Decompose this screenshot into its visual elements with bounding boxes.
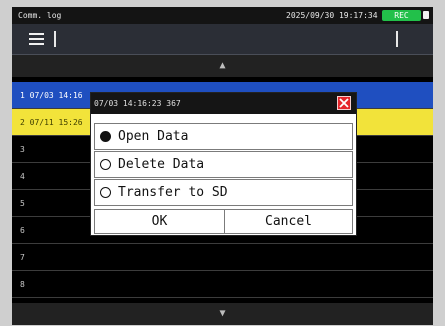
list-item-label: 6 [20, 226, 25, 235]
toolbar-divider-right [396, 31, 398, 47]
action-dialog: 07/03 14:16:23 367 Open Data Delete Data… [90, 92, 357, 236]
device-screen: Comm. log 2025/09/30 19:17:34 REC ▲ 1 07… [12, 7, 433, 325]
list-item-label: 1 07/03 14:16 [20, 91, 83, 100]
list-item-label: 8 [20, 280, 25, 289]
cancel-button[interactable]: Cancel [224, 209, 353, 234]
scroll-up-icon: ▲ [219, 60, 226, 71]
dialog-close-button[interactable] [337, 96, 351, 110]
scroll-down-button[interactable]: ▼ [12, 303, 433, 325]
scroll-up-button[interactable]: ▲ [12, 55, 433, 77]
battery-icon [423, 11, 429, 19]
toolbar [12, 24, 433, 55]
dialog-title-bar: 07/03 14:16:23 367 [91, 93, 356, 114]
option-label: Transfer to SD [118, 185, 228, 200]
rec-badge: REC [382, 10, 421, 21]
radio-icon [100, 159, 111, 170]
option-label: Open Data [118, 129, 189, 144]
list-item-label: 5 [20, 199, 25, 208]
list-item-label: 3 [20, 145, 25, 154]
option-label: Delete Data [118, 157, 205, 172]
option-transfer-to-sd[interactable]: Transfer to SD [94, 179, 353, 206]
option-delete-data[interactable]: Delete Data [94, 151, 353, 178]
toolbar-divider-left [54, 31, 56, 47]
app-title: Comm. log [18, 11, 62, 20]
close-icon [339, 98, 349, 108]
list-item-label: 2 07/11 15:26 [20, 118, 83, 127]
ok-button[interactable]: OK [94, 209, 225, 234]
radio-icon [100, 131, 111, 142]
dialog-title: 07/03 14:16:23 367 [94, 99, 181, 108]
option-open-data[interactable]: Open Data [94, 123, 353, 150]
scroll-down-icon: ▼ [219, 308, 226, 319]
status-bar: Comm. log 2025/09/30 19:17:34 REC [12, 7, 433, 24]
list-item-label: 7 [20, 253, 25, 262]
list-item-label: 4 [20, 172, 25, 181]
list-item[interactable]: 7 [12, 244, 433, 271]
status-datetime: 2025/09/30 19:17:34 [286, 11, 378, 20]
radio-icon [100, 187, 111, 198]
list-item[interactable]: 8 [12, 271, 433, 298]
menu-icon[interactable] [29, 33, 44, 45]
